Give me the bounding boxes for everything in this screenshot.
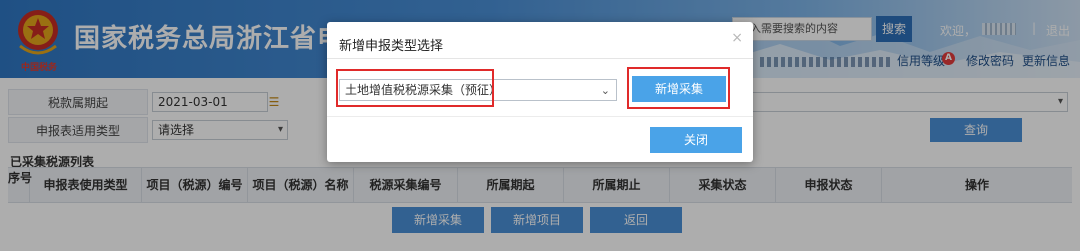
modal-divider-bottom xyxy=(327,116,753,117)
highlight-box-select xyxy=(336,69,494,107)
modal-title: 新增申报类型选择 xyxy=(339,39,444,54)
chevron-down-icon: ⌄ xyxy=(600,84,610,97)
modal-divider xyxy=(327,58,753,59)
close-icon[interactable]: × xyxy=(731,30,743,46)
modal-close-button[interactable]: 关闭 xyxy=(650,127,742,153)
report-type-modal: 新增申报类型选择 × 土地增值税税源采集（预征） ⌄ 新增采集 关闭 xyxy=(327,22,753,162)
highlight-box-add-button xyxy=(627,67,730,109)
